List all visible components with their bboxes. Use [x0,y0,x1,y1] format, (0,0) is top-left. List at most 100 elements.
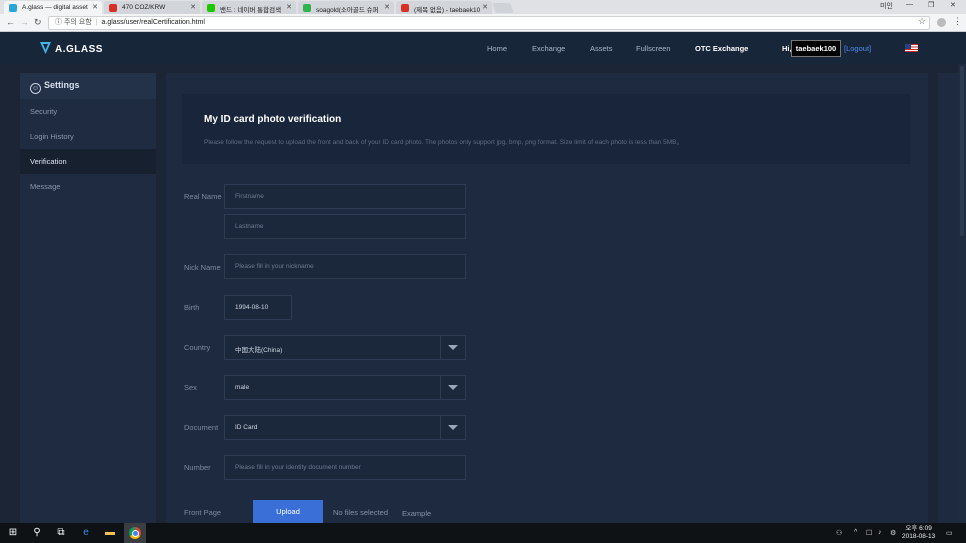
document-label: Document [184,423,219,432]
back-arrow-icon[interactable]: ← [6,17,15,27]
us-flag-icon[interactable] [905,44,918,52]
sidebar-item-verification[interactable]: Verification [20,149,156,174]
document-number-input[interactable]: Please fill in your identity document nu… [224,455,466,480]
nav-home[interactable]: Home [487,44,507,53]
number-label: Number [184,463,211,472]
new-tab-button[interactable] [492,3,514,13]
clock-time: 오후 6:09 [905,525,932,532]
extension-icon[interactable] [937,18,946,27]
close-tab-icon[interactable]: ✕ [190,3,196,11]
coz-favicon-icon [109,4,117,12]
no-files-status: No files selected [333,508,389,517]
nickname-input[interactable]: Please fill in your nickname [224,254,466,279]
nav-assets[interactable]: Assets [590,44,613,53]
chevron-down-icon[interactable] [448,345,458,350]
country-value: 中国大陆(China) [235,347,283,354]
upload-button[interactable]: Upload [253,500,323,523]
close-tab-icon[interactable]: ✕ [92,3,98,11]
sidebar-item-message[interactable]: Message [20,174,156,199]
restore-icon[interactable]: ❐ [928,1,934,9]
real-name-label: Real Name [184,192,222,201]
chrome-icon[interactable] [129,527,141,539]
verification-info-box: My ID card photo verification Please fol… [182,94,910,164]
select-divider [440,416,441,439]
chevron-down-icon[interactable] [448,385,458,390]
gmail-favicon-icon [401,4,409,12]
document-select[interactable]: ID Card [224,415,466,440]
firstname-input[interactable]: Firstname [224,184,466,209]
notification-icon[interactable]: ⚙ [890,529,896,537]
browser-tab-coz[interactable]: 470 COZ/KRW ✕ [104,1,200,14]
front-page-label: Front Page [184,508,222,517]
security-indicator[interactable]: ⓘ 주의 요함 [55,19,92,26]
forward-arrow-icon[interactable]: → [20,17,29,27]
username-label[interactable]: taebaek100 [791,40,841,57]
sidebar-header: ☺ Settings [20,73,156,99]
country-label: Country [184,343,211,352]
right-margin [938,73,958,523]
browser-tab-aglass[interactable]: A.glass — digital asset ✕ [4,1,102,14]
browser-tab-soagold[interactable]: soagold(소아골드 슈퍼 ✕ [298,1,394,14]
soagold-favicon-icon [303,4,311,12]
search-icon[interactable]: ⚲ [30,526,44,540]
logout-link[interactable]: [Logout] [844,44,871,53]
network-icon[interactable]: ☐ [866,529,872,537]
close-window-icon[interactable]: ✕ [950,1,956,9]
sidebar-item-login-history[interactable]: Login History [20,124,156,149]
system-clock[interactable]: 오후 6:09 2018-08-13 [902,525,935,541]
action-center-icon[interactable]: ▭ [946,529,953,537]
nav-otc-exchange[interactable]: OTC Exchange [695,44,748,53]
file-explorer-icon[interactable]: ▬ [103,526,117,540]
people-icon[interactable]: ⚇ [836,529,842,537]
minimize-icon[interactable]: — [906,1,913,8]
nav-fullscreen[interactable]: Fullscreen [636,44,671,53]
windows-start-icon[interactable]: ⊞ [6,526,20,540]
clock-date: 2018-08-13 [902,533,936,540]
sidebar-item-security[interactable]: Security [20,99,156,124]
task-view-icon[interactable]: ⧉ [54,526,68,540]
tab-label: (제목 없음) - taebaek10 [414,7,481,14]
site-header: A.GLASS Home Exchange Assets Fullscreen … [0,32,966,64]
browser-tab-naver[interactable]: 밴드 : 네이버 통합검색 ✕ [202,1,296,14]
windows-taskbar: ⊞ ⚲ ⧉ e ▬ ⚇ ^ ☐ ♪ ⚙ 오후 6:09 2018-08-13 ▭ [0,523,966,543]
aglass-logo-icon [40,42,51,54]
reload-icon[interactable]: ↻ [34,17,42,28]
select-divider [440,376,441,399]
nav-exchange[interactable]: Exchange [532,44,565,53]
document-value: ID Card [235,424,258,431]
sex-label: Sex [184,383,197,392]
volume-icon[interactable]: ♪ [878,529,882,536]
browser-tab-bar: A.glass — digital asset ✕ 470 COZ/KRW ✕ … [0,0,966,14]
close-tab-icon[interactable]: ✕ [482,3,488,11]
naver-favicon-icon [207,4,215,12]
url-input[interactable]: ⓘ 주의 요함 | a.glass/user/realCertification.h… [48,16,930,30]
bookmark-star-icon[interactable]: ☆ [918,16,926,27]
sex-select[interactable]: male [224,375,466,400]
sex-value: male [235,384,250,391]
birth-label: Birth [184,303,200,312]
tab-label: 밴드 : 네이버 통합검색 [220,7,282,14]
tab-label: A.glass — digital asset [22,4,88,11]
verification-title: My ID card photo verification [204,114,342,125]
tab-label: 470 COZ/KRW [122,4,166,11]
site-logo[interactable]: A.GLASS [40,42,103,55]
scrollbar-thumb[interactable] [960,66,964,236]
birth-input[interactable]: 1994-08-10 [224,295,292,320]
user-circle-icon: ☺ [30,83,41,94]
close-tab-icon[interactable]: ✕ [384,3,390,11]
browser-tab-gmail[interactable]: (제목 없음) - taebaek10 ✕ [396,1,492,14]
country-select[interactable]: 中国大陆(China) [224,335,466,360]
settings-sidebar: ☺ Settings Security Login History Verific… [20,73,156,523]
window-user-label: 미인 [880,3,893,10]
verification-description: Please follow the request to upload the … [204,139,683,146]
edge-browser-icon[interactable]: e [79,526,93,540]
select-divider [440,336,441,359]
aglass-favicon-icon [9,4,17,12]
browser-menu-icon[interactable]: ⋮ [953,16,962,27]
tray-overflow-icon[interactable]: ^ [854,529,857,536]
close-tab-icon[interactable]: ✕ [286,3,292,11]
lastname-input[interactable]: Lastname [224,214,466,239]
tab-label: soagold(소아골드 슈퍼 [316,7,379,14]
chevron-down-icon[interactable] [448,425,458,430]
example-link[interactable]: Example [402,509,431,518]
